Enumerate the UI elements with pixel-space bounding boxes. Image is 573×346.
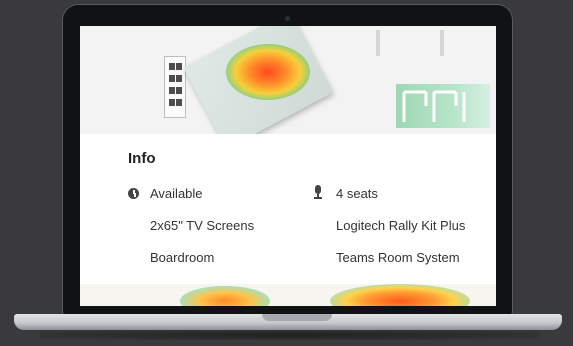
heatmap-hotspot — [330, 284, 470, 306]
seat-marker — [176, 87, 182, 94]
room-type: Boardroom — [150, 250, 215, 265]
info-title: Info — [128, 150, 156, 167]
room-system: Teams Room System — [336, 250, 460, 265]
laptop-screen: Info Available 4 seats 2x65" TV Screens … — [80, 26, 496, 306]
floorplan-heatmap-top — [80, 26, 496, 149]
heatmap-hotspot — [180, 286, 270, 306]
floorplan-wall — [376, 30, 380, 56]
video-kit: Logitech Rally Kit Plus — [336, 218, 466, 233]
laptop-base — [14, 314, 562, 330]
laptop-shadow — [40, 330, 540, 340]
floorplan-wall — [440, 30, 444, 56]
seat-marker — [176, 99, 182, 106]
floorplan-walls-right — [402, 90, 466, 122]
seat-marker — [169, 63, 175, 70]
availability-status: Available — [150, 186, 203, 201]
seat-count: 4 seats — [336, 186, 378, 201]
floorplan-room-left — [164, 56, 186, 118]
mic-icon — [314, 185, 322, 199]
laptop-notch — [262, 314, 332, 321]
camera-dot — [285, 16, 290, 21]
seat-marker — [169, 75, 175, 82]
floorplan-heatmap-bottom — [80, 284, 496, 306]
floorplan-room-right — [396, 84, 490, 128]
heatmap-hotspot — [226, 44, 310, 100]
seat-marker — [169, 87, 175, 94]
display-equipment: 2x65" TV Screens — [150, 218, 255, 233]
seat-marker — [169, 99, 175, 106]
laptop-lid: Info Available 4 seats 2x65" TV Screens … — [62, 4, 513, 316]
seat-marker — [176, 63, 182, 70]
info-card: Info Available 4 seats 2x65" TV Screens … — [80, 134, 496, 284]
seat-marker — [176, 75, 182, 82]
clock-icon — [128, 188, 139, 199]
